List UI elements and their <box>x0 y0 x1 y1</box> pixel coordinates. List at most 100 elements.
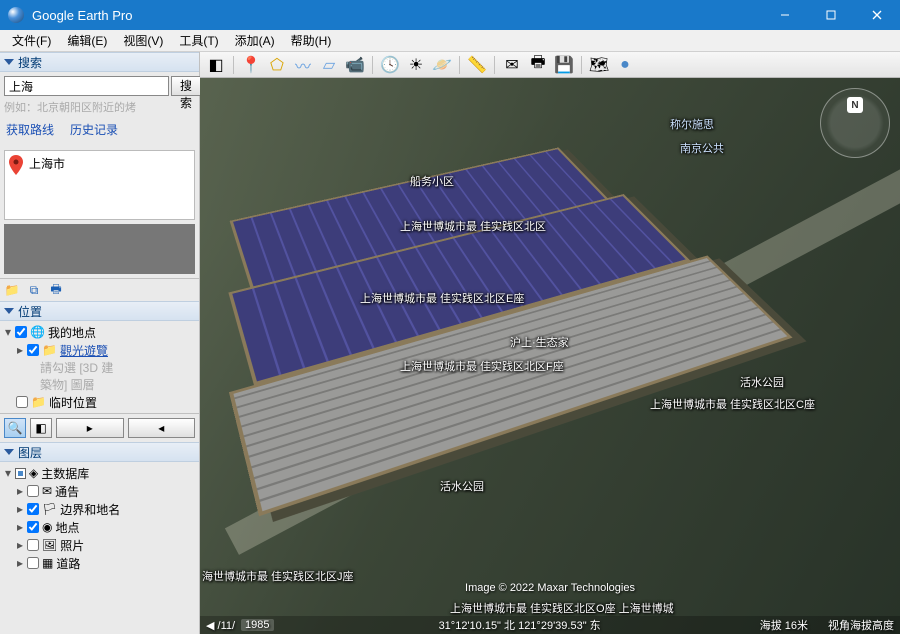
email-button[interactable]: ✉ <box>500 54 524 76</box>
menubar: 文件(F) 编辑(E) 视图(V) 工具(T) 添加(A) 帮助(H) <box>0 30 900 52</box>
history-link[interactable]: 历史记录 <box>70 121 118 138</box>
print-button[interactable]: 🖶 <box>526 54 550 76</box>
expand-icon[interactable]: ▸ <box>16 343 24 357</box>
menu-tools[interactable]: 工具(T) <box>171 30 226 51</box>
expand-icon[interactable]: ▸ <box>16 556 24 570</box>
roads-label: 道路 <box>56 555 80 572</box>
photos-checkbox[interactable] <box>27 539 39 551</box>
history-button[interactable]: 🕓 <box>378 54 402 76</box>
layers-panel-header[interactable]: 图层 <box>0 442 199 462</box>
history-slider-icon[interactable]: ◀ /11/ <box>206 619 235 632</box>
imagery-attribution: Image © 2022 Maxar Technologies <box>465 582 635 594</box>
notices-checkbox[interactable] <box>27 485 39 497</box>
temp-checkbox[interactable] <box>16 396 28 408</box>
folder-icon: 📁 <box>31 395 46 409</box>
flag-icon: 🏳 <box>42 502 57 516</box>
pin-icon <box>9 155 23 175</box>
menu-help[interactable]: 帮助(H) <box>283 30 340 51</box>
app-icon <box>8 7 24 23</box>
directions-link[interactable]: 获取路线 <box>6 121 54 138</box>
main-toolbar: ◧ 📍 ⬠ 〰 ▱ 📹 🕓 ☀ 🪐 📏 ✉ 🖶 💾 🗺 ● <box>200 52 900 78</box>
collapse-icon <box>4 308 14 314</box>
ruler-button[interactable]: 📏 <box>465 54 489 76</box>
expand-icon[interactable]: ▾ <box>4 325 12 339</box>
tree-sightseeing[interactable]: ▸ 📁 觀光遊覽 <box>4 341 195 359</box>
layer-places[interactable]: ▸ ◉ 地点 <box>4 518 195 536</box>
my-places-label: 我的地点 <box>48 324 96 341</box>
layer-roads[interactable]: ▸ ▦ 道路 <box>4 554 195 572</box>
tree-my-places[interactable]: ▾ 🌐 我的地点 <box>4 323 195 341</box>
image-overlay-button[interactable]: ▱ <box>317 54 341 76</box>
map-viewport[interactable]: 称尔施思 南京公共 船务小区 上海世博城市最 佳实践区北区 上海世博城市最 佳实… <box>200 78 900 634</box>
placemark-button[interactable]: 📍 <box>239 54 263 76</box>
photos-label: 照片 <box>60 537 84 554</box>
places-panel-header[interactable]: 位置 <box>0 301 199 321</box>
sunlight-button[interactable]: ☀ <box>404 54 428 76</box>
layer-photos[interactable]: ▸ 🖼 照片 <box>4 536 195 554</box>
play-tour-button[interactable]: ▸ <box>56 418 124 438</box>
expand-icon[interactable]: ▾ <box>4 466 12 480</box>
globe-icon: 🌐 <box>30 325 45 339</box>
earth-button[interactable]: ● <box>613 54 637 76</box>
borders-checkbox[interactable] <box>27 503 39 515</box>
window-title: Google Earth Pro <box>32 8 762 23</box>
mixed-checkbox[interactable] <box>15 468 26 479</box>
search-panel-title: 搜索 <box>18 54 42 71</box>
notices-label: 通告 <box>55 483 79 500</box>
menu-view[interactable]: 视图(V) <box>115 30 171 51</box>
sidebar: 搜索 搜索 例如：北京朝阳区附近的烤 获取路线 历史记录 上海市 📁 ⧉ 🖶 <box>0 52 200 634</box>
compass-north: N <box>847 97 863 113</box>
add-folder-icon[interactable]: 📁 <box>4 282 20 298</box>
layer-hint: 請勾選 [3D 建 <box>40 359 195 376</box>
borders-label: 边界和地名 <box>60 501 120 518</box>
elevation: 海拔 16米 <box>760 617 808 633</box>
minimize-button[interactable] <box>762 0 808 30</box>
imagery-year[interactable]: 1985 <box>241 619 273 631</box>
print-icon[interactable]: 🖶 <box>48 282 64 298</box>
record-tour-button[interactable]: 📹 <box>343 54 367 76</box>
search-places-button[interactable]: 🔍 <box>4 418 26 438</box>
layer-main-db[interactable]: ▾ ◈ 主数据库 <box>4 464 195 482</box>
mail-icon: ✉ <box>42 484 52 498</box>
expand-icon[interactable]: ▸ <box>16 538 24 552</box>
panel-toggle-button[interactable]: ◧ <box>30 418 52 438</box>
save-image-button[interactable]: 💾 <box>552 54 576 76</box>
hide-sidebar-button[interactable]: ◧ <box>204 54 228 76</box>
layers-panel-title: 图层 <box>18 444 42 461</box>
place-icon: ◉ <box>42 520 52 534</box>
copy-icon[interactable]: ⧉ <box>26 282 42 298</box>
menu-add[interactable]: 添加(A) <box>227 30 283 51</box>
places-checkbox[interactable] <box>27 521 39 533</box>
tree-temp[interactable]: 📁 临时位置 <box>4 393 195 411</box>
folder-icon: 📁 <box>42 343 57 357</box>
search-button[interactable]: 搜索 <box>171 76 201 96</box>
places-label: 地点 <box>55 519 79 536</box>
roads-checkbox[interactable] <box>27 557 39 569</box>
maximize-button[interactable] <box>808 0 854 30</box>
my-places-checkbox[interactable] <box>15 326 27 338</box>
titlebar: Google Earth Pro <box>0 0 900 30</box>
planet-button[interactable]: 🪐 <box>430 54 454 76</box>
menu-file[interactable]: 文件(F) <box>4 30 59 51</box>
compass[interactable]: N <box>820 88 890 158</box>
path-button[interactable]: 〰 <box>291 54 315 76</box>
db-icon: ◈ <box>29 466 38 480</box>
search-panel-header[interactable]: 搜索 <box>0 52 199 72</box>
menu-edit[interactable]: 编辑(E) <box>59 30 115 51</box>
result-label: 上海市 <box>29 155 65 172</box>
sightseeing-checkbox[interactable] <box>27 344 39 356</box>
sightseeing-label[interactable]: 觀光遊覽 <box>60 342 108 359</box>
expand-icon[interactable]: ▸ <box>16 520 24 534</box>
search-result[interactable]: 上海市 <box>4 150 195 220</box>
layer-borders[interactable]: ▸ 🏳 边界和地名 <box>4 500 195 518</box>
expand-icon[interactable]: ▸ <box>16 502 24 516</box>
expand-icon[interactable]: ▸ <box>16 484 24 498</box>
stop-tour-button[interactable]: ◂ <box>128 418 196 438</box>
layer-notices[interactable]: ▸ ✉ 通告 <box>4 482 195 500</box>
status-bar: ◀ /11/ 1985 31°12'10.15" 北 121°29'39.53"… <box>200 616 900 634</box>
search-input[interactable] <box>4 76 169 96</box>
main-db-label: 主数据库 <box>41 465 89 482</box>
view-in-maps-button[interactable]: 🗺 <box>587 54 611 76</box>
polygon-button[interactable]: ⬠ <box>265 54 289 76</box>
close-button[interactable] <box>854 0 900 30</box>
